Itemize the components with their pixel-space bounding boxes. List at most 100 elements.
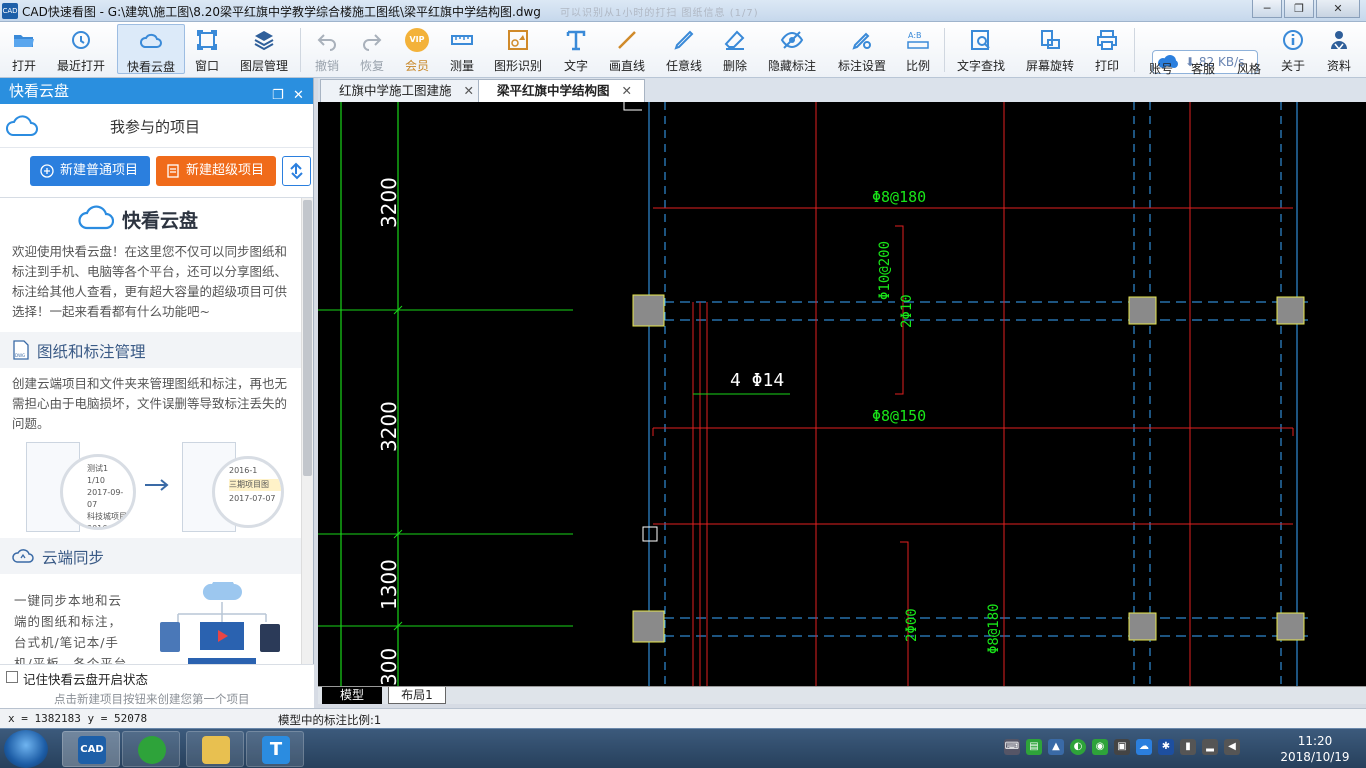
bluetooth-icon[interactable]: ✱ xyxy=(1158,739,1174,755)
tab-model[interactable]: 模型 xyxy=(322,687,382,704)
annotation-settings-button[interactable]: 标注设置 xyxy=(834,24,890,74)
title-bar: CAD CAD快速看图 - G:\建筑\施工图\8.20梁平红旗中学教学综合楼施… xyxy=(0,0,1366,22)
tab-close-icon[interactable]: ✕ xyxy=(622,83,632,98)
tray-app-icon[interactable]: ▣ xyxy=(1114,739,1130,755)
tab-close-icon[interactable]: ✕ xyxy=(464,83,474,98)
taskbar-text-tool[interactable]: T xyxy=(246,731,304,767)
screen-rotate-button[interactable]: 屏幕旋转 xyxy=(1021,24,1079,74)
taskbar: CAD T ⌨ ▤ ▲ ◐ ◉ ▣ ☁ ✱ ▮ ▂ ◀ 11:20 2018/1… xyxy=(0,728,1366,768)
hide-annotation-label: 隐藏标注 xyxy=(767,59,816,73)
scale-button[interactable]: A:B 比例 xyxy=(899,24,937,74)
status-bar: x = 1382183 y = 52078 模型中的标注比例:1 xyxy=(0,708,1366,728)
layer-manage-button[interactable]: 图层管理 xyxy=(236,24,292,74)
tray-app-icon[interactable]: ▲ xyxy=(1048,739,1064,755)
keyboard-icon[interactable]: ⌨ xyxy=(1004,739,1020,755)
remember-state-label[interactable]: 记住快看云盘开启状态 xyxy=(23,669,148,688)
tab-layout1[interactable]: 布局1 xyxy=(388,687,446,704)
cloud-icon xyxy=(139,33,162,48)
wechat-icon[interactable]: ◉ xyxy=(1092,739,1108,755)
text-button[interactable]: 文字 xyxy=(557,24,595,74)
measure-label: 测量 xyxy=(449,59,474,73)
layers-icon xyxy=(254,31,274,51)
sidebar-footer: 记住快看云盘开启状态 点击新建项目按钮来创建您第一个项目 xyxy=(0,664,314,708)
delete-label: 删除 xyxy=(722,59,747,73)
delete-button[interactable]: 删除 xyxy=(716,24,754,74)
resources-button[interactable]: 资料 xyxy=(1320,24,1358,74)
illus-line: 2017-09-07 xyxy=(87,488,124,509)
title-extra-info: 可以识别从1小时的打扫 图纸信息 (1/7) xyxy=(560,8,759,19)
taskbar-cad-app[interactable]: CAD xyxy=(62,731,120,767)
remember-state-checkbox[interactable] xyxy=(6,671,18,683)
tray-app-icon[interactable]: ◐ xyxy=(1070,739,1086,755)
account-button[interactable]: 账号 xyxy=(1142,58,1180,76)
illus-line: 2017-07-07 xyxy=(229,494,276,503)
scrollbar-thumb[interactable] xyxy=(303,200,312,476)
restore-button[interactable]: ❐ xyxy=(1284,0,1314,18)
hide-annotation-button[interactable]: 隐藏标注 xyxy=(764,24,820,74)
vip-button[interactable]: VIP 会员 xyxy=(398,24,436,74)
scale-label: 比例 xyxy=(905,59,930,73)
text-search-button[interactable]: 文字查找 xyxy=(952,24,1010,74)
freehand-button[interactable]: 任意线 xyxy=(662,24,706,74)
start-button[interactable] xyxy=(4,730,48,768)
main-toolbar: 打开 最近打开 快看云盘 窗口 图层管理 撤销 恢复 VIP 会员 测量 图形识… xyxy=(0,22,1366,78)
dim-3200-mid: 3200 xyxy=(377,401,401,452)
drawing-management-text: 创建云端项目和文件夹来管理图纸和标注，再也无需担心由于电脑损坏，文件误删等导致标… xyxy=(12,376,288,431)
tray-app-icon[interactable]: ▤ xyxy=(1026,739,1042,755)
measure-button[interactable]: 测量 xyxy=(443,24,481,74)
window-icon xyxy=(197,30,217,50)
new-normal-project-button[interactable]: 新建普通项目 xyxy=(30,156,150,186)
project-buttons: 新建普通项目 新建超级项目 xyxy=(0,148,313,198)
cloud-sidebar: 快看云盘 ❐ ✕ 我参与的项目 新建普通项目 新建超级项目 快看云盘 欢迎使用快… xyxy=(0,78,314,708)
ruler-icon xyxy=(451,35,473,45)
about-button[interactable]: 关于 xyxy=(1274,24,1312,74)
tab-architecture[interactable]: 红旗中学施工图建施 ✕ xyxy=(320,79,487,102)
cloud-disk-button[interactable]: 快看云盘 xyxy=(117,24,185,74)
taskbar-explorer[interactable] xyxy=(186,731,244,767)
text-search-icon xyxy=(971,30,990,50)
eraser-icon xyxy=(724,30,745,50)
illus-line: 1/10 xyxy=(87,476,105,485)
devices-sync-icon xyxy=(160,576,280,664)
system-clock[interactable]: 11:20 2018/10/19 xyxy=(1278,733,1352,765)
undo-icon xyxy=(317,34,336,51)
new-super-project-button[interactable]: 新建超级项目 xyxy=(156,156,276,186)
print-button[interactable]: 打印 xyxy=(1088,24,1126,74)
browser-icon xyxy=(138,736,166,764)
rebar-label: 4 Φ14 xyxy=(730,370,784,391)
undo-label: 撤销 xyxy=(314,59,339,73)
document-icon xyxy=(167,164,179,178)
close-button[interactable]: ✕ xyxy=(1316,0,1360,18)
volume-icon[interactable]: ◀ xyxy=(1224,739,1240,755)
cloud-icon xyxy=(6,115,38,136)
intro-text: 欢迎使用快看云盘！在这里您不仅可以同步图纸和标注到手机、电脑等各个平台，还可以分… xyxy=(12,244,288,319)
battery-icon[interactable]: ▮ xyxy=(1180,739,1196,755)
draw-line-button[interactable]: 画直线 xyxy=(604,24,650,74)
network-icon[interactable]: ▂ xyxy=(1202,739,1218,755)
sync-button[interactable] xyxy=(282,156,311,186)
cloud-sync-section: 云端同步 xyxy=(0,538,301,574)
rebar-label: Φ8@180 xyxy=(986,603,1002,654)
folder-icon xyxy=(202,736,230,764)
customer-service-button[interactable]: 客服 xyxy=(1184,58,1222,76)
project-title: 我参与的项目 xyxy=(110,118,201,136)
recent-open-button[interactable]: 最近打开 xyxy=(54,24,108,74)
redo-button[interactable]: 恢复 xyxy=(353,24,391,74)
annotation-scale: 模型中的标注比例:1 xyxy=(278,713,382,727)
taskbar-browser[interactable] xyxy=(122,731,180,767)
cad-drawing[interactable]: 3200 3200 1300 300 Φ8@180 Φ10@200 2Φ10 4… xyxy=(318,102,1366,686)
minimize-button[interactable]: ─ xyxy=(1252,0,1282,18)
shape-recognize-button[interactable]: 图形识别 xyxy=(490,24,546,74)
open-button[interactable]: 打开 xyxy=(4,24,44,74)
customer-service-label: 客服 xyxy=(1190,62,1215,76)
theme-button[interactable]: 风格 xyxy=(1230,58,1268,76)
drawing-canvas[interactable]: 3200 3200 1300 300 Φ8@180 Φ10@200 2Φ10 4… xyxy=(318,102,1366,686)
tab-structure[interactable]: 梁平红旗中学结构图 ✕ xyxy=(478,79,645,102)
window-button[interactable]: 窗口 xyxy=(188,24,226,74)
management-illustration: 测试1 1/10 2017-09-07 科技城项目 2016-07-1 2016… xyxy=(0,434,301,538)
sidebar-title: 快看云盘 xyxy=(9,82,70,100)
sidebar-scrollbar[interactable] xyxy=(301,198,313,664)
cloud-icon[interactable]: ☁ xyxy=(1136,739,1152,755)
drawing-management-title: 图纸和标注管理 xyxy=(37,343,146,361)
undo-button[interactable]: 撤销 xyxy=(308,24,346,74)
